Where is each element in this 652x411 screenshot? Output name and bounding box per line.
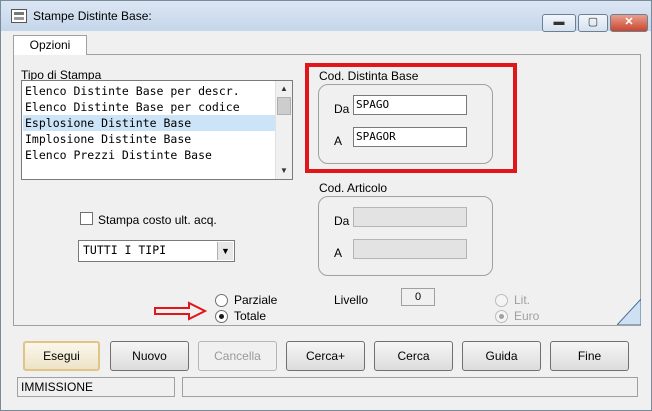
maximize-button[interactable]: ▢ <box>578 14 608 32</box>
esegui-button[interactable]: Esegui <box>23 341 100 371</box>
cod-articolo-a-field[interactable] <box>353 239 467 259</box>
cod-articolo-a-label: A <box>334 246 343 260</box>
totale-radio[interactable] <box>215 310 228 323</box>
list-item[interactable]: Elenco Distinte Base per codice <box>23 99 275 115</box>
cod-articolo-label: Cod. Articolo <box>319 181 388 195</box>
corner-fold-icon <box>617 299 641 325</box>
scroll-down-arrow-icon[interactable]: ▼ <box>276 163 292 179</box>
list-item-selected[interactable]: Esplosione Distinte Base <box>23 115 275 131</box>
status-mode: IMMISSIONE <box>17 377 175 397</box>
fine-button[interactable]: Fine <box>550 341 629 371</box>
tipo-combo-value: TUTTI I TIPI <box>83 243 167 257</box>
printer-icon <box>11 9 27 23</box>
livello-value: 0 <box>401 288 435 306</box>
minimize-button[interactable]: ▬ <box>542 14 576 32</box>
guida-button[interactable]: Guida <box>462 341 541 371</box>
stampa-costo-label[interactable]: Stampa costo ult. acq. <box>98 213 217 227</box>
euro-label[interactable]: Euro <box>514 309 539 323</box>
tipo-stampa-listbox[interactable]: Elenco Distinte Base per descr. Elenco D… <box>21 80 293 180</box>
stampa-costo-checkbox[interactable] <box>80 212 93 225</box>
list-item[interactable]: Elenco Prezzi Distinte Base <box>23 147 275 163</box>
list-item[interactable]: Implosione Distinte Base <box>23 131 275 147</box>
cancella-button[interactable]: Cancella <box>198 341 277 371</box>
cod-articolo-da-field[interactable] <box>353 207 467 227</box>
stampe-distinte-base-window: Stampe Distinte Base: ▬ ▢ ✕ Opzioni Tipo… <box>0 0 652 411</box>
parziale-radio[interactable] <box>215 294 228 307</box>
cod-articolo-da-label: Da <box>334 214 350 228</box>
annotation-arrow-icon <box>154 301 207 321</box>
livello-label: Livello <box>334 293 369 307</box>
scroll-up-arrow-icon[interactable]: ▲ <box>276 81 292 97</box>
lit-label[interactable]: Lit. <box>514 293 530 307</box>
highlight-box <box>305 63 517 173</box>
lit-radio[interactable] <box>495 294 508 307</box>
window-title: Stampe Distinte Base: <box>33 9 152 23</box>
totale-label[interactable]: Totale <box>234 309 266 323</box>
list-item[interactable]: Elenco Distinte Base per descr. <box>23 83 275 99</box>
nuovo-button[interactable]: Nuovo <box>110 341 189 371</box>
status-message <box>182 377 638 397</box>
chevron-down-icon[interactable]: ▼ <box>217 242 233 260</box>
parziale-label[interactable]: Parziale <box>234 293 277 307</box>
euro-radio[interactable] <box>495 310 508 323</box>
cerca-plus-button[interactable]: Cerca+ <box>286 341 365 371</box>
scroll-thumb[interactable] <box>277 97 291 115</box>
list-scrollbar[interactable]: ▲ ▼ <box>275 81 292 179</box>
tab-opzioni[interactable]: Opzioni <box>13 35 87 55</box>
tipo-combo[interactable]: TUTTI I TIPI ▼ <box>78 240 235 262</box>
cerca-button[interactable]: Cerca <box>374 341 453 371</box>
close-button[interactable]: ✕ <box>610 14 648 32</box>
